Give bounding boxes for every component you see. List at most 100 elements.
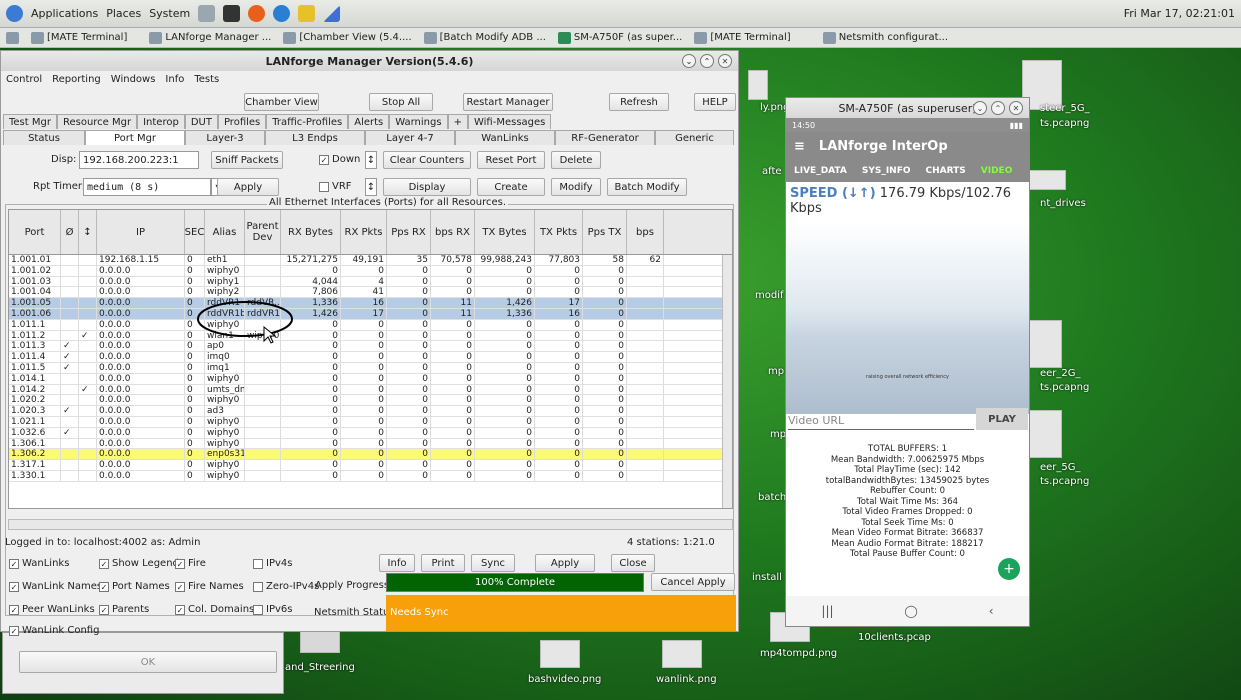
files-launcher-icon[interactable] xyxy=(198,5,216,22)
menu-control[interactable]: Control xyxy=(6,74,42,85)
chrome-launcher-icon[interactable] xyxy=(273,5,291,22)
table-row[interactable]: 1.011.1 0.0.0.0 0 wiphy0 0 0 0 0 0 0 0 xyxy=(9,319,732,331)
wanlinks-checkbox[interactable]: ✓ WanLinks xyxy=(9,558,69,569)
tab-layer-4-7[interactable]: Layer 4-7 xyxy=(365,130,455,145)
tab-port-mgr[interactable]: Port Mgr xyxy=(85,130,185,145)
clear-counters-button[interactable]: Clear Counters xyxy=(383,151,471,169)
firefox-launcher-icon[interactable] xyxy=(248,5,266,22)
recents-icon[interactable]: ||| xyxy=(821,604,833,618)
port-names-checkbox[interactable]: ✓ Port Names xyxy=(99,581,170,592)
show-desktop-button[interactable] xyxy=(0,29,25,47)
menu-applications[interactable]: Applications xyxy=(31,7,98,20)
column-header[interactable]: Ø xyxy=(61,210,79,254)
task-chamber-view[interactable]: [Chamber View (5.4.... xyxy=(277,29,417,47)
ok-button[interactable]: OK xyxy=(19,651,277,673)
task-terminal-2[interactable]: [MATE Terminal] xyxy=(688,29,796,47)
menu-places[interactable]: Places xyxy=(106,7,141,20)
tab-warnings[interactable]: Warnings xyxy=(389,114,448,129)
horizontal-scrollbar[interactable] xyxy=(8,519,733,530)
tab-status[interactable]: Status xyxy=(3,130,85,145)
table-row[interactable]: 1.001.03 0.0.0.0 0 wiphy1 4,044 4 0 0 0 0 0 xyxy=(9,276,732,288)
reset-port-button[interactable]: Reset Port xyxy=(477,151,545,169)
play-button[interactable]: PLAY xyxy=(976,408,1028,430)
table-row[interactable]: 1.011.5 ✓ 0.0.0.0 0 imq1 0 0 0 0 0 0 0 xyxy=(9,362,732,374)
column-header[interactable]: RX Pkts xyxy=(341,210,387,254)
tab-traffic-profiles[interactable]: Traffic-Profiles xyxy=(266,114,349,129)
table-row[interactable]: 1.317.1 0.0.0.0 0 wiphy0 0 0 0 0 0 0 0 xyxy=(9,460,732,471)
signal-launcher-icon[interactable] xyxy=(323,5,341,22)
modify-button[interactable]: Modify xyxy=(551,178,601,196)
video-url-input[interactable]: Video URL xyxy=(788,410,974,430)
vertical-scrollbar[interactable] xyxy=(722,255,732,508)
chamber-view-button[interactable]: Chamber View xyxy=(244,93,319,111)
table-row[interactable]: 1.001.02 0.0.0.0 0 wiphy0 0 0 0 0 0 0 0 xyxy=(9,265,732,277)
column-header[interactable]: SEC xyxy=(185,210,205,254)
close-icon[interactable]: ✕ xyxy=(718,54,732,68)
tab-charts[interactable]: CHARTS xyxy=(926,166,966,176)
column-header[interactable]: Port xyxy=(9,210,61,254)
column-header[interactable]: Alias xyxy=(205,210,245,254)
table-row[interactable]: 1.014.2✓0.0.0.00umts_dm00000000 xyxy=(9,384,732,396)
wanlink-config-checkbox[interactable]: ✓ WanLink Config xyxy=(9,625,99,636)
task-batch-modify[interactable]: [Batch Modify ADB ... xyxy=(418,29,552,47)
ipv6s-checkbox[interactable]: IPv6s xyxy=(253,604,292,615)
menu-tests[interactable]: Tests xyxy=(194,74,219,85)
tab-video[interactable]: VIDEO xyxy=(981,166,1013,176)
tab-generic[interactable]: Generic xyxy=(655,130,734,145)
tab-layer-3[interactable]: Layer-3 xyxy=(185,130,265,145)
table-row[interactable]: 1.306.1 0.0.0.0 0 wiphy0 0 0 0 0 0 0 0 xyxy=(9,438,732,450)
close-icon[interactable]: ✕ xyxy=(1009,101,1023,115)
task-terminal-1[interactable]: [MATE Terminal] xyxy=(25,29,133,47)
maximize-icon[interactable]: ⌃ xyxy=(700,54,714,68)
sort-toggle-icon[interactable]: ↕ xyxy=(365,178,377,196)
task-phone-mirror[interactable]: SM-A750F (as super... xyxy=(552,29,688,47)
table-row[interactable]: 1.001.05 0.0.0.0 0 rddVR1 rddVR... 1,336 16 0 11… xyxy=(9,298,732,309)
sniff-packets-button[interactable]: Sniff Packets xyxy=(211,151,283,169)
tab-interop[interactable]: Interop xyxy=(137,114,185,129)
batch-modify-button[interactable]: Batch Modify xyxy=(607,178,687,196)
tab-wanlinks[interactable]: WanLinks xyxy=(455,130,555,145)
table-row[interactable]: 1.021.1 0.0.0.0 0 wiphy0 0 0 0 0 0 0 0 xyxy=(9,416,732,428)
terminal-launcher-icon[interactable] xyxy=(223,5,241,22)
table-row[interactable]: 1.001.04 0.0.0.0 0 wiphy2 7,806 41 0 0 0 0 0 xyxy=(9,287,732,299)
table-row[interactable]: 1.011.3 ✓ 0.0.0.0 0 ap0 0 0 0 0 0 0 0 xyxy=(9,341,732,353)
tab-plus[interactable]: + xyxy=(447,114,468,129)
column-header[interactable]: IP xyxy=(97,210,185,254)
add-fab-button[interactable]: + xyxy=(998,558,1020,580)
tab-rf-generator[interactable]: RF-Generator xyxy=(555,130,655,145)
display-button[interactable]: Display xyxy=(383,178,471,196)
help-button[interactable]: HELP xyxy=(694,93,736,111)
fire-checkbox[interactable]: ✓ Fire xyxy=(175,558,206,569)
maximize-icon[interactable]: ⌃ xyxy=(991,101,1005,115)
tab-wifi-messages[interactable]: Wifi-Messages xyxy=(467,114,552,129)
minimize-icon[interactable]: ⌄ xyxy=(682,54,696,68)
tab-sys-info[interactable]: SYS_INFO xyxy=(862,166,911,176)
table-row[interactable]: 1.020.2 0.0.0.0 0 wiphy0 0 0 0 0 0 0 0 xyxy=(9,395,732,407)
info-button[interactable]: Info xyxy=(379,554,415,572)
home-icon[interactable]: ◯ xyxy=(904,604,917,618)
tab-profiles[interactable]: Profiles xyxy=(217,114,267,129)
print-button[interactable]: Print xyxy=(421,554,465,572)
sync-button[interactable]: Sync xyxy=(471,554,515,572)
tab-dut[interactable]: DUT xyxy=(184,114,218,129)
minimize-icon[interactable]: ⌄ xyxy=(973,101,987,115)
disp-field[interactable]: 192.168.200.223:1 xyxy=(79,151,199,169)
close-button[interactable]: Close xyxy=(611,554,655,572)
vrf-checkbox[interactable]: VRF xyxy=(319,181,352,192)
back-icon[interactable]: ‹ xyxy=(989,604,994,618)
apply-button[interactable]: Apply xyxy=(535,554,595,572)
sort-toggle-icon[interactable]: ↕ xyxy=(365,151,377,169)
create-button[interactable]: Create xyxy=(477,178,545,196)
table-row[interactable]: 1.001.06 0.0.0.0 0 rddVR1b rddVR1 1,426 17 0 11 1… xyxy=(9,308,732,320)
wanlink-names-checkbox[interactable]: ✓ WanLink Names xyxy=(9,581,102,592)
table-row[interactable]: 1.011.2 ✓ 0.0.0.0 0 wlan1 wiphy0 0 0 0 0 0 0 0 xyxy=(9,330,732,342)
table-row[interactable]: 1.032.6 ✓ 0.0.0.0 0 wiphy0 0 0 0 0 0 0 0 xyxy=(9,427,732,439)
image-file-icon[interactable] xyxy=(662,640,702,668)
column-header[interactable]: TX Bytes xyxy=(475,210,535,254)
table-row[interactable]: 1.330.1 0.0.0.0 0 wiphy0 0 0 0 0 0 0 0 xyxy=(9,470,732,482)
image-file-icon[interactable] xyxy=(540,640,580,668)
menu-system[interactable]: System xyxy=(149,7,190,20)
column-header[interactable]: ↕ xyxy=(79,210,97,254)
stop-all-button[interactable]: Stop All xyxy=(369,93,433,111)
column-header[interactable]: TX Pkts xyxy=(535,210,583,254)
